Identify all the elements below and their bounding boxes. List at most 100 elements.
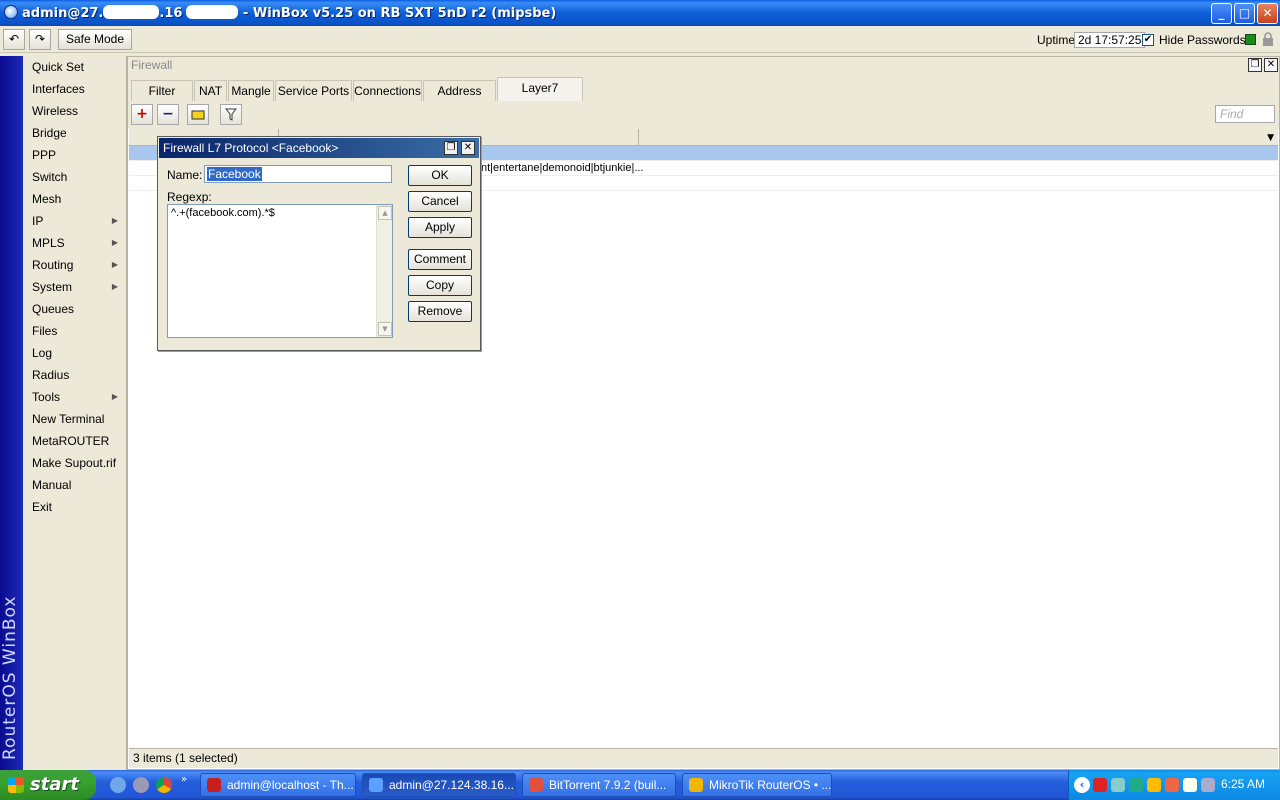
menu-item-log[interactable]: Log <box>23 342 127 364</box>
uptime-value: 2d 17:57:25 <box>1074 32 1146 48</box>
menu-item-label: Radius <box>32 368 70 382</box>
restore-button[interactable]: ❐ <box>1248 58 1262 72</box>
regexp-scrollbar[interactable]: ▲ ▼ <box>376 205 392 337</box>
find-input[interactable]: Find <box>1215 105 1275 123</box>
menu-item-system[interactable]: System ▶ <box>23 276 127 298</box>
comment-icon[interactable] <box>187 104 209 125</box>
taskbar-task[interactable]: MikroTik RouterOS • ... <box>682 773 832 797</box>
dialog-close-button[interactable]: ✕ <box>461 141 475 155</box>
menu-item-label: Tools <box>32 390 61 404</box>
l7-protocol-dialog: Firewall L7 Protocol <Facebook> ❐ ✕ Name… <box>157 136 481 351</box>
quicklaunch-more-icon[interactable]: » <box>181 774 187 785</box>
menu-item-label: PPP <box>32 148 57 162</box>
minimize-button[interactable]: _ <box>1211 3 1232 24</box>
firewall-title: Firewall <box>131 58 173 72</box>
tab-nat[interactable]: NAT <box>194 80 227 101</box>
regexp-textarea[interactable]: ^.+(facebook.com).*$ ▲ ▼ <box>167 204 393 338</box>
redo-button[interactable]: ↷ <box>29 29 51 50</box>
tab-connections[interactable]: Connections <box>353 80 422 101</box>
apply-button[interactable]: Apply <box>408 217 472 238</box>
safe-mode-button[interactable]: Safe Mode <box>58 29 132 50</box>
copy-button[interactable]: Copy <box>408 275 472 296</box>
dialog-title-bar[interactable]: Firewall L7 Protocol <Facebook> ❐ ✕ <box>159 138 479 158</box>
firewall-toolbar: + − Find <box>128 101 1279 129</box>
menu-item-metarouter[interactable]: MetaROUTER <box>23 430 127 452</box>
menu-item-files[interactable]: Files <box>23 320 127 342</box>
menu-item-ip[interactable]: IP ▶ <box>23 210 127 232</box>
app-tray-icon[interactable] <box>1147 778 1161 792</box>
undo-button[interactable]: ↶ <box>3 29 25 50</box>
menu-item-tools[interactable]: Tools ▶ <box>23 386 127 408</box>
tab-mangle[interactable]: Mangle <box>228 80 274 101</box>
start-label: start <box>30 774 79 795</box>
menu-item-routing[interactable]: Routing ▶ <box>23 254 127 276</box>
task-app-icon <box>529 778 543 792</box>
menu-item-wireless[interactable]: Wireless <box>23 100 127 122</box>
security-tray-icon[interactable] <box>1201 778 1215 792</box>
menu-item-ppp[interactable]: PPP <box>23 144 127 166</box>
menu-item-mesh[interactable]: Mesh <box>23 188 127 210</box>
flag-tray-icon[interactable] <box>1093 778 1107 792</box>
volume-tray-icon[interactable] <box>1129 778 1143 792</box>
firewall-close-button[interactable]: ✕ <box>1264 58 1278 72</box>
menu-item-label: IP <box>32 214 44 228</box>
menu-item-quick-set[interactable]: Quick Set <box>23 56 127 78</box>
task-app-icon <box>369 778 383 792</box>
remove-button[interactable]: Remove <box>408 301 472 322</box>
filter-icon[interactable] <box>220 104 242 125</box>
close-button[interactable]: ✕ <box>1257 3 1278 24</box>
menu-item-label: Log <box>32 346 53 360</box>
remove-icon[interactable]: − <box>157 104 179 125</box>
taskbar-task[interactable]: BitTorrent 7.9.2 (buil... <box>522 773 676 797</box>
notepad-tray-icon[interactable] <box>1183 778 1197 792</box>
firewall-tabs: Filter RulesNATMangleService PortsConnec… <box>128 75 1279 118</box>
regexp-cell: nt|entertane|demonoid|btjunkie|... <box>481 162 644 174</box>
menu-item-make-supout-rif[interactable]: Make Supout.rif <box>23 452 127 474</box>
network-tray-icon[interactable] <box>1111 778 1125 792</box>
status-bar: 3 items (1 selected) <box>129 748 1278 768</box>
menu-item-label: Switch <box>32 170 68 184</box>
name-input[interactable]: Facebook <box>204 165 392 183</box>
show-desktop-icon[interactable] <box>110 777 126 793</box>
columns-dropdown-icon[interactable]: ▼ <box>1267 133 1274 143</box>
tab-layer7-protocols[interactable]: Layer7 Protocols <box>497 77 583 115</box>
taskbar-task[interactable]: admin@localhost - Th... <box>200 773 356 797</box>
menu-item-new-terminal[interactable]: New Terminal <box>23 408 127 430</box>
menu-item-queues[interactable]: Queues <box>23 298 127 320</box>
menu-item-manual[interactable]: Manual <box>23 474 127 496</box>
dialog-restore-button[interactable]: ❐ <box>444 141 458 155</box>
tab-service-ports[interactable]: Service Ports <box>275 80 352 101</box>
menu-item-interfaces[interactable]: Interfaces <box>23 78 127 100</box>
menu-item-label: Bridge <box>32 126 67 140</box>
dialog-title: Firewall L7 Protocol <Facebook> <box>163 141 339 155</box>
menu-item-radius[interactable]: Radius <box>23 364 127 386</box>
bittorrent-tray-icon[interactable] <box>1165 778 1179 792</box>
menu-item-bridge[interactable]: Bridge <box>23 122 127 144</box>
menu-item-mpls[interactable]: MPLS ▶ <box>23 232 127 254</box>
browser-quicklaunch-icon[interactable] <box>133 777 149 793</box>
tray-expand-icon[interactable]: ‹ <box>1074 777 1090 793</box>
task-label: BitTorrent 7.9.2 (buil... <box>549 778 667 792</box>
cancel-button[interactable]: Cancel <box>408 191 472 212</box>
taskbar-task[interactable]: admin@27.124.38.16... <box>362 773 516 797</box>
ok-button[interactable]: OK <box>408 165 472 186</box>
tab-filter-rules[interactable]: Filter Rules <box>131 80 193 118</box>
hide-passwords-checkbox[interactable]: ✔ <box>1142 34 1154 46</box>
chrome-quicklaunch-icon[interactable] <box>156 777 172 793</box>
window-titlebar[interactable]: admin@27. .16 - WinBox v5.25 on RB SXT 5n… <box>0 0 1280 26</box>
firewall-title-bar[interactable]: Firewall ❐ ✕ <box>128 57 1279 75</box>
maximize-button[interactable]: □ <box>1234 3 1255 24</box>
task-app-icon <box>689 778 703 792</box>
menu-item-label: Interfaces <box>32 82 85 96</box>
menu-item-exit[interactable]: Exit <box>23 496 127 518</box>
tab-address-lists[interactable]: Address Lists <box>423 80 496 118</box>
comment-button[interactable]: Comment <box>408 249 472 270</box>
menu-item-label: Files <box>32 324 58 338</box>
menu-item-label: MetaROUTER <box>32 434 110 448</box>
scroll-down-icon[interactable]: ▼ <box>378 322 392 336</box>
start-button[interactable]: start <box>0 770 96 800</box>
add-icon[interactable]: + <box>131 104 153 125</box>
menu-item-switch[interactable]: Switch <box>23 166 127 188</box>
scroll-up-icon[interactable]: ▲ <box>378 206 392 220</box>
main-menu: Quick Set Interfaces Wireless Bridge PPP Swit… <box>23 56 127 770</box>
